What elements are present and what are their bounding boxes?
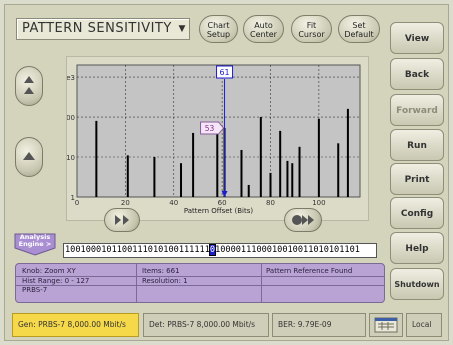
y-tick-label: 1e3	[67, 74, 75, 82]
auto-center-button[interactable]: Auto Center	[243, 15, 284, 43]
help-button[interactable]: Help	[390, 232, 444, 264]
message-text: Pattern Reference Found	[266, 267, 353, 275]
chart-bar	[240, 149, 243, 197]
fit-cursor-button[interactable]: Fit Cursor	[291, 15, 332, 43]
y-tick-label: 1	[71, 194, 75, 202]
chart-bar	[337, 143, 340, 197]
app-window: PATTERN SENSITIVITY ▼ Chart Setup Auto C…	[0, 0, 453, 345]
fit-cursor-label: Fit Cursor	[298, 21, 325, 39]
print-button[interactable]: Print	[390, 163, 444, 195]
ber-status[interactable]: BER: 9.79E-09	[272, 313, 366, 337]
x-axis-label: Pattern Offset (Bits)	[184, 207, 254, 215]
x-tick-label: 40	[169, 199, 178, 207]
run-button[interactable]: Run	[390, 129, 444, 161]
chart-bar	[317, 118, 320, 197]
shutdown-button[interactable]: Shutdown	[390, 268, 444, 300]
y-tick-label: 100	[67, 114, 75, 122]
chart-bar	[269, 172, 272, 197]
zoom-y-step-button[interactable]	[15, 137, 43, 177]
double-right-arrow-icon	[292, 215, 314, 225]
chart-bar	[192, 132, 195, 197]
knob-text: Knob: Zoom XY	[22, 267, 76, 275]
bit-pattern-display: 1001000101100111010100111111010000111000…	[63, 243, 377, 258]
keyboard-icon[interactable]	[369, 313, 403, 337]
analysis-engine-button[interactable]: Analysis Engine >	[13, 232, 57, 256]
chart-bar	[286, 160, 289, 197]
scroll-right-button[interactable]	[104, 208, 140, 232]
double-up-arrow-icon	[24, 76, 34, 94]
chart-bar	[153, 157, 156, 197]
value-marker-label: 53	[205, 124, 215, 133]
chart-bar	[180, 163, 183, 197]
keyboard-icon-graphic	[374, 317, 398, 333]
hist-range-text: Hist Range: 0 - 127	[22, 277, 90, 285]
chart-bar	[346, 108, 349, 197]
back-button[interactable]: Back	[390, 58, 444, 90]
bits-after-cursor: 1000011100010010011010101101	[215, 245, 360, 255]
items-text: Items: 661	[142, 267, 180, 275]
chart-bar	[259, 117, 262, 197]
chart-bar	[216, 124, 219, 197]
chart-panel: 0 20 40 60 80 100 1 10 100 1e3 61 53 Pattern Offset …	[62, 56, 369, 221]
chart-setup-label: Chart Setup	[206, 21, 231, 39]
scroll-fast-right-button[interactable]	[284, 208, 322, 232]
double-right-arrow-icon	[115, 215, 129, 225]
chart-bar	[279, 130, 282, 197]
chart-bar	[298, 146, 301, 197]
pattern-text: PRBS-7	[22, 286, 48, 294]
info-divider	[261, 264, 262, 302]
up-arrow-icon	[23, 152, 35, 160]
forward-button[interactable]: Forward	[390, 94, 444, 126]
chart-bar	[247, 184, 250, 197]
chart-bar	[95, 120, 98, 197]
set-default-label: Set Default	[344, 21, 374, 39]
x-tick-label: 60	[218, 199, 227, 207]
config-button[interactable]: Config	[390, 197, 444, 229]
chevron-down-icon[interactable]: ▼	[175, 21, 189, 37]
auto-center-label: Auto Center	[250, 21, 277, 39]
x-tick-label: 0	[75, 199, 79, 207]
chart-bar	[126, 155, 129, 197]
pattern-sensitivity-chart[interactable]: 0 20 40 60 80 100 1 10 100 1e3 61 53 Pattern Offset …	[62, 57, 368, 220]
local-status: Local	[406, 313, 442, 337]
set-default-button[interactable]: Set Default	[338, 15, 380, 43]
resolution-text: Resolution: 1	[142, 277, 188, 285]
x-tick-label: 20	[121, 199, 130, 207]
x-tick-label: 100	[312, 199, 325, 207]
status-bar: Gen: PRBS-7 8,000.00 Mbit/s Det: PRBS-7 …	[12, 313, 442, 337]
cursor-label: 61	[219, 68, 229, 77]
x-tick-label: 80	[266, 199, 275, 207]
info-divider	[136, 264, 137, 302]
info-divider	[16, 285, 384, 286]
det-status[interactable]: Det: PRBS-7 8,000.00 Mbit/s	[143, 313, 269, 337]
bits-before-cursor: 1001000101100111010100111111	[65, 245, 210, 255]
gen-status[interactable]: Gen: PRBS-7 8,000.00 Mbit/s	[12, 313, 139, 337]
zoom-y-in-button[interactable]	[15, 66, 43, 106]
view-button[interactable]: View	[390, 22, 444, 54]
y-tick-label: 10	[67, 154, 75, 162]
analysis-engine-label: Analysis Engine >	[18, 233, 52, 248]
view-select[interactable]: PATTERN SENSITIVITY ▼	[16, 18, 190, 40]
chart-bar	[291, 163, 294, 197]
view-select-value: PATTERN SENSITIVITY	[22, 21, 172, 36]
chart-setup-button[interactable]: Chart Setup	[199, 15, 238, 43]
info-panel: Knob: Zoom XY Hist Range: 0 - 127 PRBS-7…	[15, 263, 385, 303]
